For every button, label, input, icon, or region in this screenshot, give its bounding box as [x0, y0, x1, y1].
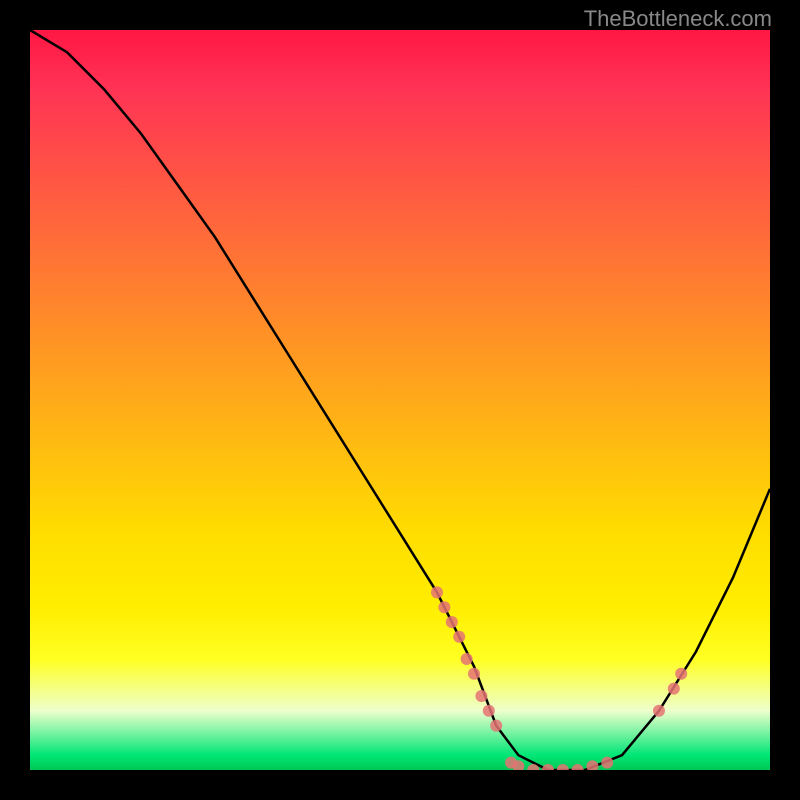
data-marker: [468, 668, 480, 680]
data-marker: [461, 653, 473, 665]
data-marker: [601, 757, 613, 769]
data-marker: [446, 616, 458, 628]
data-marker: [490, 720, 502, 732]
data-marker: [542, 764, 554, 770]
data-marker: [572, 764, 584, 770]
data-marker: [431, 586, 443, 598]
data-marker: [586, 760, 598, 770]
data-marker: [653, 705, 665, 717]
chart-svg: [30, 30, 770, 770]
data-marker: [668, 683, 680, 695]
plot-area: [30, 30, 770, 770]
data-markers: [431, 586, 687, 770]
data-marker: [557, 764, 569, 770]
bottleneck-curve: [30, 30, 770, 770]
data-marker: [453, 631, 465, 643]
data-marker: [475, 690, 487, 702]
data-marker: [483, 705, 495, 717]
data-marker: [675, 668, 687, 680]
data-marker: [438, 601, 450, 613]
watermark-text: TheBottleneck.com: [584, 6, 772, 32]
